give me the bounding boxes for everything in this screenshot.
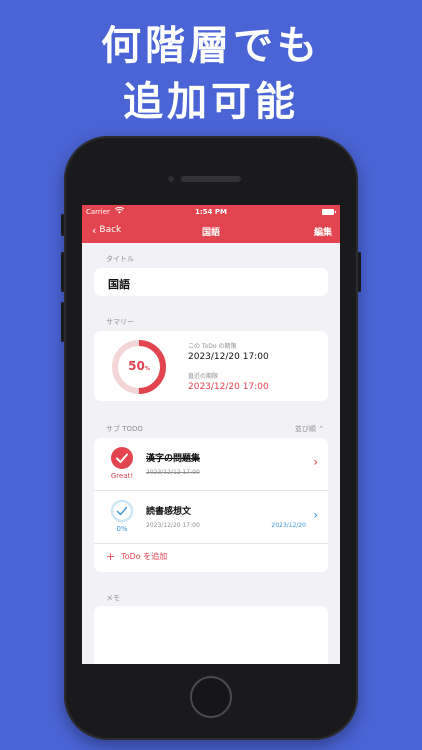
summary-section-label: サマリー (106, 318, 134, 326)
chevron-right-icon: › (313, 508, 318, 522)
headline-line-1: 何階層でも (101, 23, 321, 69)
this-deadline-label: この ToDo の期限 (188, 343, 237, 350)
nearest-deadline-label: 直近の期限 (188, 373, 219, 380)
earpiece-speaker (181, 176, 241, 182)
power-button (358, 252, 361, 292)
todo-row[interactable]: Great! 漢字の問題集 2023/12/12 17:00 › (94, 438, 328, 491)
todo-date: 2023/12/20 17:00 (146, 522, 200, 529)
promo-headline: 何階層でも 追加可能 (0, 18, 422, 130)
app-screen: Carrier 1:54 PM ‹ Back 国語 編集 タイトル 国語 サマリ… (82, 205, 340, 664)
todo-name: 読書感想文 (146, 507, 192, 517)
phone-frame: Carrier 1:54 PM ‹ Back 国語 編集 タイトル 国語 サマリ… (61, 136, 361, 740)
sub-todo-list: Great! 漢字の問題集 2023/12/12 17:00 › 0% 読書感想… (94, 438, 328, 572)
progress-percent: 50% (111, 359, 167, 373)
add-todo-button[interactable]: + ToDo を追加 (106, 551, 167, 562)
title-section-label: タイトル (106, 255, 134, 263)
mute-switch (61, 214, 64, 236)
todo-name: 漢字の問題集 (146, 454, 201, 464)
todo-status: Great! (110, 472, 134, 480)
progress-check-icon[interactable] (110, 499, 134, 523)
this-deadline-value: 2023/12/20 17:00 (188, 352, 269, 362)
nearest-deadline-value: 2023/12/20 17:00 (188, 382, 269, 392)
edit-button[interactable]: 編集 (314, 225, 332, 238)
status-bar: Carrier 1:54 PM (82, 205, 340, 219)
todo-status: 0% (116, 525, 128, 533)
battery-icon (322, 209, 336, 215)
progress-percent-unit: % (144, 366, 150, 372)
headline-line-2: 追加可能 (123, 79, 299, 125)
plus-icon: + (106, 549, 116, 563)
status-time: 1:54 PM (195, 208, 227, 216)
summary-card: 50% この ToDo の期限 2023/12/20 17:00 直近の期限 2… (94, 331, 328, 401)
volume-down-button (61, 302, 64, 342)
progress-percent-value: 50 (128, 359, 145, 373)
add-todo-label: ToDo を追加 (121, 552, 168, 561)
sort-order-button[interactable]: 並び順 ⌃ (295, 424, 324, 434)
volume-up-button (61, 252, 64, 292)
home-button[interactable] (190, 676, 232, 718)
title-field[interactable]: 国語 (94, 268, 328, 296)
navigation-bar: ‹ Back 国語 編集 (82, 219, 340, 243)
checkmark-icon[interactable] (111, 447, 133, 469)
title-value: 国語 (108, 278, 130, 291)
front-camera (168, 176, 174, 182)
sub-todo-section-label: サブ TODO (106, 425, 143, 433)
chevron-right-icon: › (313, 455, 318, 469)
memo-section-label: メモ (106, 594, 120, 602)
todo-date: 2023/12/12 17:00 (146, 469, 200, 476)
todo-due-date: 2023/12/20 (271, 522, 306, 529)
todo-row[interactable]: 0% 読書感想文 2023/12/20 17:00 2023/12/20 › (94, 491, 328, 544)
nav-title: 国語 (201, 228, 220, 238)
memo-textarea[interactable] (94, 606, 328, 664)
